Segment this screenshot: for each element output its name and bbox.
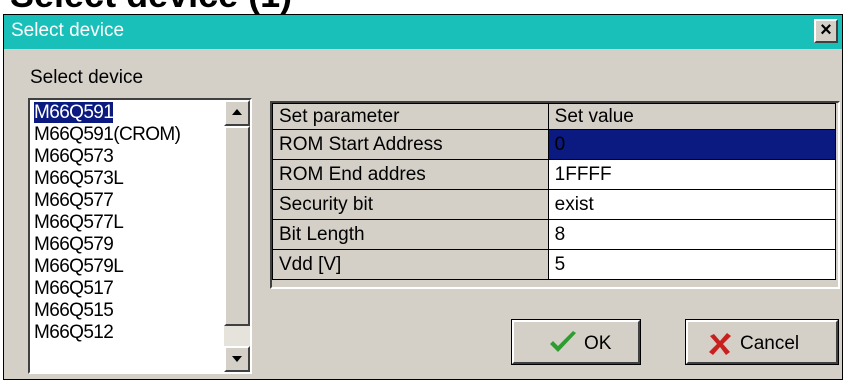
parameter-name-cell: Vdd [V] [272, 249, 549, 280]
list-item[interactable]: M66Q577 [34, 190, 224, 212]
device-listbox[interactable]: M66Q591 M66Q591(CROM) M66Q573 M66Q573L M… [28, 98, 252, 374]
scroll-up-arrow-icon[interactable] [224, 100, 250, 126]
list-item[interactable]: M66Q591(CROM) [34, 124, 224, 146]
list-item[interactable]: M66Q591 [32, 101, 224, 124]
list-item[interactable]: M66Q579 [34, 234, 224, 256]
parameter-value-cell[interactable]: 0 [547, 129, 837, 160]
x-icon [708, 333, 732, 361]
table-row: Security bit exist [272, 189, 837, 220]
checkmark-icon [548, 330, 578, 362]
parameter-value-cell[interactable]: 1FFFF [547, 159, 837, 190]
scroll-thumb[interactable] [224, 126, 250, 326]
cancel-button[interactable]: Cancel [685, 319, 839, 365]
ok-button-label: OK [584, 333, 612, 354]
window-title: Select device [11, 20, 125, 41]
list-item[interactable]: M66Q515 [34, 300, 224, 322]
ok-button[interactable]: OK [511, 319, 641, 365]
grid-header-row: Set parameter Set value [272, 103, 837, 130]
close-button[interactable]: × [814, 19, 838, 43]
column-header-parameter: Set parameter [272, 103, 549, 130]
list-scrollbar[interactable] [224, 100, 250, 372]
list-item[interactable]: M66Q573L [34, 168, 224, 190]
list-item[interactable]: M66Q573 [34, 146, 224, 168]
close-icon: × [820, 19, 832, 41]
parameter-name-cell: ROM Start Address [272, 129, 549, 160]
table-row: Vdd [V] 5 [272, 249, 837, 280]
title-bar[interactable]: Select device × [4, 15, 842, 49]
parameter-value-cell[interactable]: 5 [547, 249, 837, 280]
parameter-name-cell: ROM End addres [272, 159, 549, 190]
select-device-dialog: Select device × Select device M66Q591 M6… [3, 14, 843, 380]
parameter-value-cell[interactable]: exist [547, 189, 837, 220]
list-item[interactable]: M66Q579L [34, 256, 224, 278]
scroll-down-arrow-icon[interactable] [224, 346, 250, 372]
list-item[interactable]: M66Q577L [34, 212, 224, 234]
list-item[interactable]: M66Q512 [34, 322, 224, 344]
list-item[interactable]: M66Q517 [34, 278, 224, 300]
table-row: ROM End addres 1FFFF [272, 159, 837, 190]
select-device-label: Select device [30, 67, 144, 88]
column-header-value: Set value [547, 103, 837, 130]
cancel-button-label: Cancel [740, 333, 800, 354]
device-list: M66Q591 M66Q591(CROM) M66Q573 M66Q573L M… [32, 101, 224, 344]
table-row: ROM Start Address 0 [272, 129, 837, 160]
parameter-value-cell[interactable]: 8 [547, 219, 837, 250]
parameter-name-cell: Security bit [272, 189, 549, 220]
parameter-name-cell: Bit Length [272, 219, 549, 250]
table-row: Bit Length 8 [272, 219, 837, 250]
parameter-grid: Set parameter Set value ROM Start Addres… [270, 101, 840, 289]
